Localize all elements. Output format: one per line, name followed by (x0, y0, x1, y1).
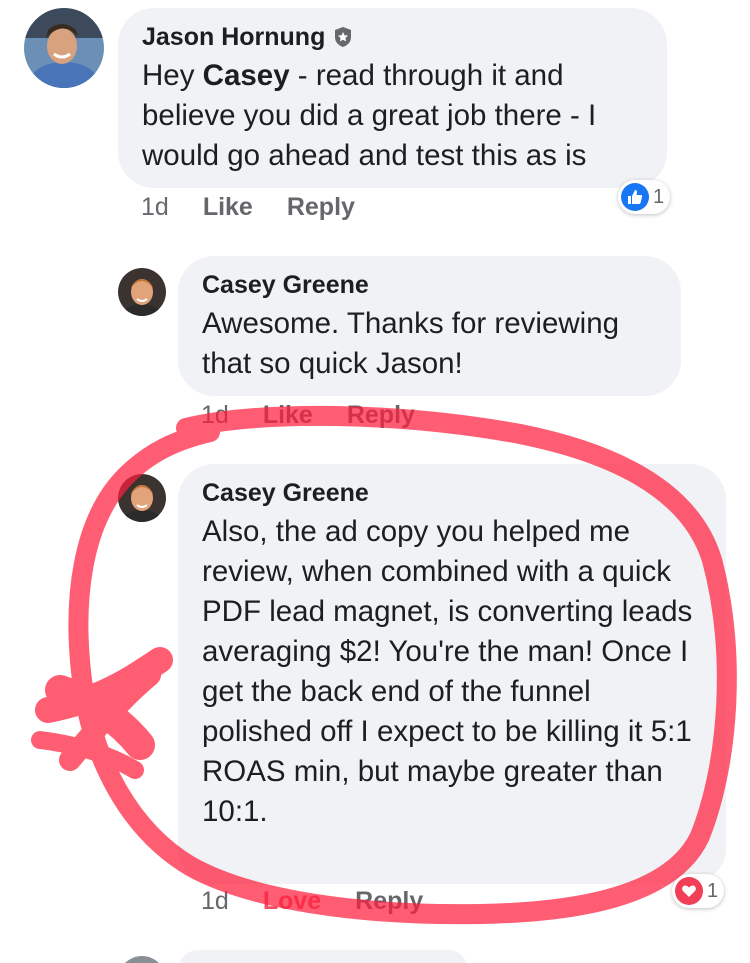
next-comment-bubble (178, 950, 468, 963)
avatar-jason[interactable] (24, 8, 104, 88)
avatar-casey[interactable] (118, 474, 166, 522)
comment-bubble-2: Casey Greene Awesome. Thanks for reviewi… (178, 256, 681, 396)
comment-author[interactable]: Casey Greene (202, 270, 657, 300)
avatar-casey-image (118, 268, 166, 316)
timestamp[interactable]: 1d (201, 401, 229, 430)
author-name[interactable]: Casey Greene (202, 270, 369, 300)
author-name[interactable]: Jason Hornung (142, 22, 325, 52)
reply-button[interactable]: Reply (355, 887, 423, 916)
mentioned-name[interactable]: Casey (203, 59, 290, 92)
avatar-jason-image (24, 8, 104, 88)
timestamp[interactable]: 1d (201, 887, 229, 916)
reaction-count: 1 (707, 879, 719, 902)
comment-text: Awesome. Thanks for reviewing that so qu… (202, 307, 620, 380)
timestamp[interactable]: 1d (141, 193, 169, 222)
avatar-casey-image (118, 474, 166, 522)
author-name[interactable]: Casey Greene (202, 478, 369, 508)
comment-author[interactable]: Casey Greene (202, 478, 702, 508)
reply-button[interactable]: Reply (347, 401, 415, 430)
like-button[interactable]: Like (263, 401, 313, 430)
reaction-count: 1 (653, 185, 665, 208)
comment-text: Also, the ad copy you helped me review, … (202, 515, 693, 828)
like-button[interactable]: Like (203, 193, 253, 222)
heart-icon (675, 877, 703, 905)
reaction-summary-3[interactable]: 1 (672, 874, 725, 908)
comment-thread: Jason Hornung Hey Casey - read through i… (0, 0, 750, 963)
admin-shield-icon (333, 26, 353, 48)
comment-actions-3: 1d Love Reply (201, 887, 457, 916)
comment-bubble-3: Casey Greene Also, the ad copy you helpe… (178, 464, 726, 884)
reaction-summary-1[interactable]: 1 (618, 180, 671, 214)
next-comment-avatar (118, 956, 166, 963)
comment-bubble-1: Jason Hornung Hey Casey - read through i… (118, 8, 667, 188)
love-button[interactable]: Love (263, 887, 321, 916)
comment-author[interactable]: Jason Hornung (142, 22, 643, 52)
avatar-casey[interactable] (118, 268, 166, 316)
comment-actions-2: 1d Like Reply (201, 401, 449, 430)
reply-button[interactable]: Reply (287, 193, 355, 222)
comment-actions-1: 1d Like Reply (141, 193, 389, 222)
thumbs-up-icon (621, 183, 649, 211)
comment-text: Hey Casey - read through it and believe … (142, 59, 597, 172)
